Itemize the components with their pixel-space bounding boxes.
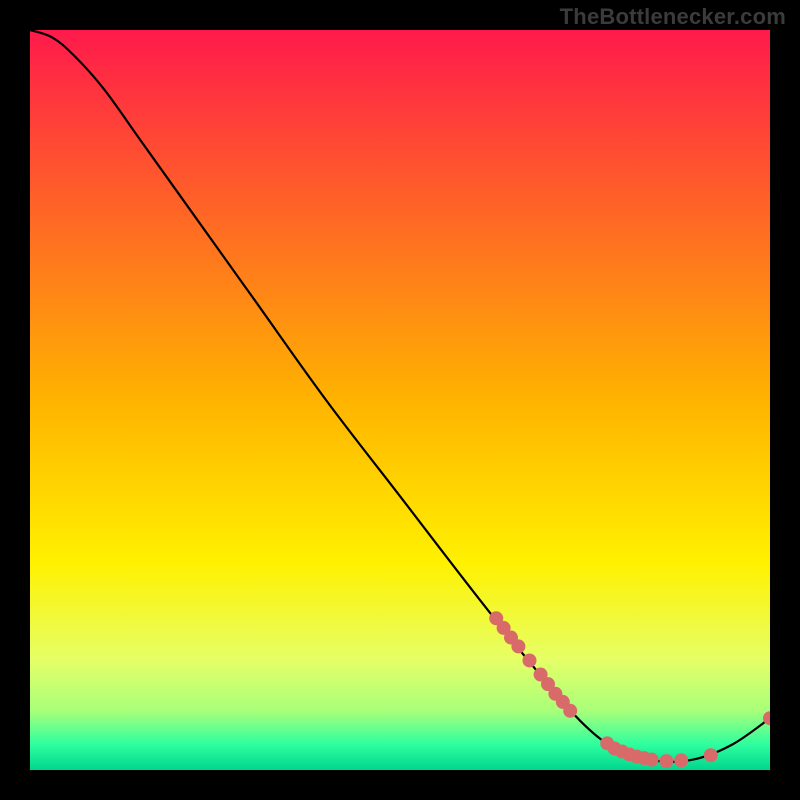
data-marker xyxy=(645,753,659,767)
bottleneck-curve-chart xyxy=(30,30,770,770)
chart-plot-area xyxy=(30,30,770,770)
data-marker xyxy=(511,639,525,653)
data-marker xyxy=(563,704,577,718)
data-marker xyxy=(659,754,673,768)
data-marker xyxy=(523,653,537,667)
data-marker xyxy=(674,753,688,767)
data-marker xyxy=(704,748,718,762)
watermark-text: TheBottlenecker.com xyxy=(560,4,786,30)
chart-frame: TheBottlenecker.com xyxy=(0,0,800,800)
